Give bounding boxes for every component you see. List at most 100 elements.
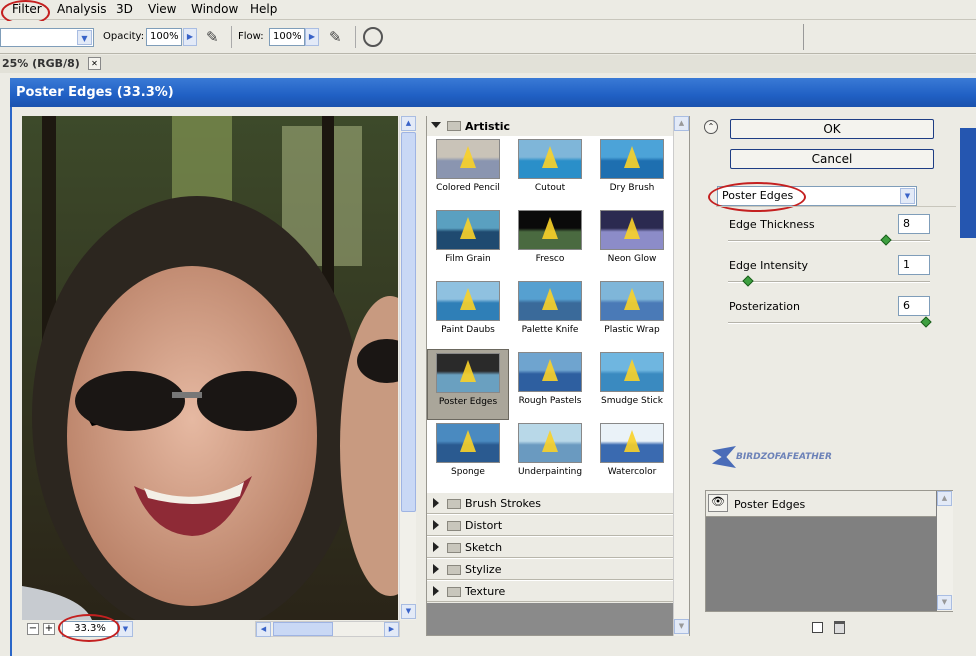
category-distort[interactable]: Distort bbox=[427, 514, 673, 536]
filter-thumb-poster-edges[interactable]: Poster Edges bbox=[427, 349, 509, 420]
filter-thumb-label: Underpainting bbox=[517, 467, 583, 477]
separator bbox=[803, 24, 804, 50]
layers-scrollbar[interactable]: ▲ ▼ bbox=[937, 491, 953, 611]
filter-thumb-dry-brush[interactable]: Dry Brush bbox=[591, 136, 673, 207]
collapsed-triangle-icon bbox=[433, 564, 439, 574]
filter-thumb-smudge-stick[interactable]: Smudge Stick bbox=[591, 349, 673, 420]
scroll-down-icon[interactable]: ▼ bbox=[674, 619, 689, 634]
filter-thumb-watercolor[interactable]: Watercolor bbox=[591, 420, 673, 491]
param-label: Posterization bbox=[729, 300, 800, 313]
slider-knob[interactable] bbox=[742, 275, 754, 287]
posterization-field[interactable]: 6 bbox=[898, 296, 930, 316]
filter-thumb-neon-glow[interactable]: Neon Glow bbox=[591, 207, 673, 278]
new-effect-layer-icon[interactable] bbox=[812, 622, 823, 633]
chevron-down-icon: ▼ bbox=[77, 30, 92, 45]
edge-intensity-field[interactable]: 1 bbox=[898, 255, 930, 275]
filter-thumb-rough-pastels[interactable]: Rough Pastels bbox=[509, 349, 591, 420]
filter-thumb-fresco[interactable]: Fresco bbox=[509, 207, 591, 278]
brush-icon[interactable]: ✎ bbox=[329, 28, 349, 48]
cancel-button[interactable]: Cancel bbox=[730, 149, 934, 169]
filter-thumb-label: Film Grain bbox=[445, 254, 491, 264]
opacity-arrow-icon[interactable]: ▶ bbox=[183, 28, 197, 46]
scroll-down-icon[interactable]: ▼ bbox=[401, 604, 416, 619]
close-icon[interactable]: ✕ bbox=[88, 57, 101, 70]
collapse-gallery-icon[interactable]: ⌃ bbox=[704, 120, 718, 134]
effect-layer-row[interactable]: 👁 Poster Edges bbox=[706, 491, 936, 517]
slider-track[interactable] bbox=[728, 240, 930, 242]
filter-thumb-label: Poster Edges bbox=[438, 397, 498, 407]
slider-knob[interactable] bbox=[920, 316, 932, 328]
preview-horizontal-scrollbar[interactable]: ◀ ▶ bbox=[255, 621, 400, 637]
folder-icon bbox=[447, 565, 461, 575]
collapsed-triangle-icon bbox=[433, 586, 439, 596]
ok-button[interactable]: OK bbox=[730, 119, 934, 139]
scroll-thumb[interactable] bbox=[273, 622, 333, 636]
preview-canvas[interactable] bbox=[22, 116, 398, 620]
filter-thumb-label: Sponge bbox=[451, 467, 485, 477]
menu-help[interactable]: Help bbox=[250, 2, 277, 16]
filter-thumb-colored-pencil[interactable]: Colored Pencil bbox=[427, 136, 509, 207]
slider-track[interactable] bbox=[728, 281, 930, 283]
edge-thickness-field[interactable]: 8 bbox=[898, 214, 930, 234]
param-edge-thickness: Edge Thickness 8 bbox=[728, 212, 933, 252]
effect-layer-label: Poster Edges bbox=[734, 498, 806, 511]
filter-thumb-image bbox=[600, 210, 664, 250]
menu-view[interactable]: View bbox=[148, 2, 176, 16]
filter-thumb-plastic-wrap[interactable]: Plastic Wrap bbox=[591, 278, 673, 349]
flow-field[interactable]: 100% bbox=[269, 28, 305, 46]
category-texture[interactable]: Texture bbox=[427, 580, 673, 602]
separator bbox=[231, 26, 232, 48]
category-label: Distort bbox=[465, 519, 503, 532]
opacity-field[interactable]: 100% bbox=[146, 28, 182, 46]
param-posterization: Posterization 6 bbox=[728, 294, 933, 334]
filter-thumb-paint-daubs[interactable]: Paint Daubs bbox=[427, 278, 509, 349]
filter-thumb-label: Dry Brush bbox=[609, 183, 655, 193]
eye-icon[interactable]: 👁 bbox=[708, 494, 728, 512]
pressure-icon[interactable] bbox=[363, 27, 383, 47]
filter-thumb-underpainting[interactable]: Underpainting bbox=[509, 420, 591, 491]
category-sketch[interactable]: Sketch bbox=[427, 536, 673, 558]
folder-icon bbox=[447, 499, 461, 509]
preset-select[interactable]: ▼ bbox=[0, 28, 94, 47]
category-brush-strokes[interactable]: Brush Strokes bbox=[427, 492, 673, 514]
collapsed-triangle-icon bbox=[433, 498, 439, 508]
menu-3d[interactable]: 3D bbox=[116, 2, 133, 16]
zoom-out-button[interactable]: − bbox=[27, 623, 39, 635]
collapsed-triangle-icon bbox=[433, 520, 439, 530]
filter-thumb-palette-knife[interactable]: Palette Knife bbox=[509, 278, 591, 349]
filter-thumb-image bbox=[518, 210, 582, 250]
filter-thumb-label: Fresco bbox=[535, 254, 565, 264]
filter-thumb-film-grain[interactable]: Film Grain bbox=[427, 207, 509, 278]
trash-icon[interactable] bbox=[834, 621, 845, 634]
scroll-up-icon[interactable]: ▲ bbox=[401, 116, 416, 131]
filter-thumb-cutout[interactable]: Cutout bbox=[509, 136, 591, 207]
filter-thumb-image bbox=[600, 139, 664, 179]
filter-thumb-sponge[interactable]: Sponge bbox=[427, 420, 509, 491]
scroll-up-icon[interactable]: ▲ bbox=[674, 116, 689, 131]
scroll-thumb[interactable] bbox=[401, 132, 416, 512]
filter-thumbnails: Colored Pencil Cutout Dry Brush Film Grain F… bbox=[427, 136, 673, 492]
preview-vertical-scrollbar[interactable]: ▲ ▼ bbox=[399, 116, 416, 620]
zoom-in-button[interactable]: + bbox=[43, 623, 55, 635]
filter-thumb-label: Smudge Stick bbox=[601, 396, 663, 406]
scroll-right-icon[interactable]: ▶ bbox=[384, 622, 399, 637]
scroll-down-icon[interactable]: ▼ bbox=[937, 595, 952, 610]
category-stylize[interactable]: Stylize bbox=[427, 558, 673, 580]
menu-window[interactable]: Window bbox=[191, 2, 238, 16]
opacity-label: Opacity: bbox=[103, 31, 145, 42]
scroll-left-icon[interactable]: ◀ bbox=[256, 622, 271, 637]
menu-analysis[interactable]: Analysis bbox=[57, 2, 106, 16]
airbrush-icon[interactable]: ✎ bbox=[206, 28, 226, 48]
category-label: Stylize bbox=[465, 563, 502, 576]
filter-thumb-label: Paint Daubs bbox=[441, 325, 495, 335]
chevron-down-icon[interactable]: ▼ bbox=[118, 621, 133, 637]
expand-triangle-icon bbox=[431, 122, 441, 128]
category-artistic[interactable]: Artistic bbox=[427, 116, 673, 136]
filter-thumb-label: Watercolor bbox=[607, 467, 657, 477]
gallery-scrollbar[interactable]: ▲ ▼ bbox=[673, 116, 689, 636]
document-tab-label[interactable]: 25% (RGB/8) bbox=[2, 57, 80, 70]
flow-arrow-icon[interactable]: ▶ bbox=[305, 28, 319, 46]
slider-track[interactable] bbox=[728, 322, 930, 324]
slider-knob[interactable] bbox=[880, 234, 892, 246]
scroll-up-icon[interactable]: ▲ bbox=[937, 491, 952, 506]
